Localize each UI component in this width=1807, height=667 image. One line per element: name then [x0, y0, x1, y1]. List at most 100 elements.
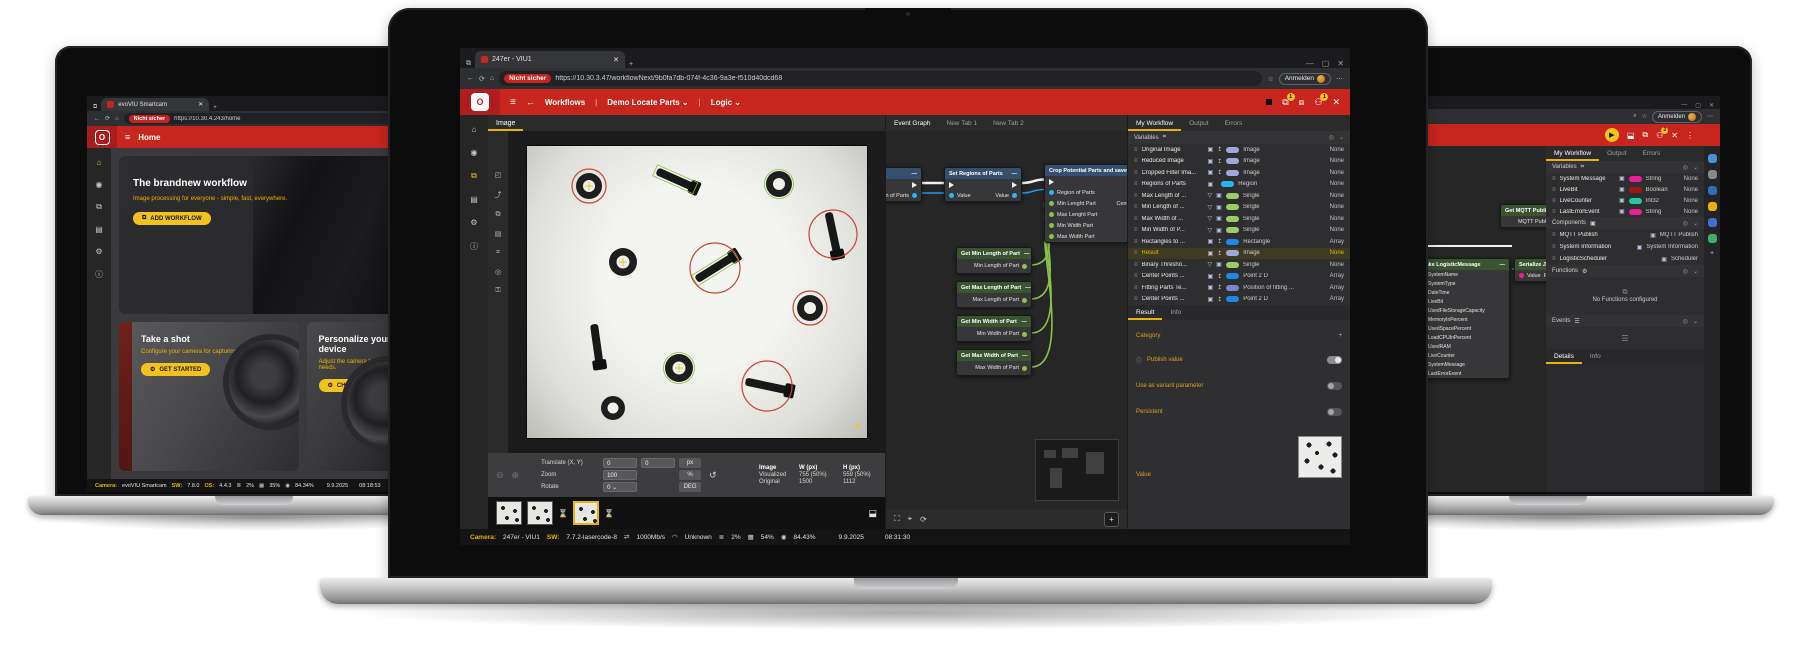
zoom-in-icon[interactable]: ⊕	[512, 470, 520, 481]
camera-icon[interactable]: ◉	[96, 180, 103, 189]
save-icon[interactable]: ⬓	[1627, 131, 1635, 140]
chevron-down-icon[interactable]: ⌄	[1693, 318, 1698, 325]
graph-node[interactable]: Get Max Width of Part— Max Width of Part	[956, 349, 1032, 376]
home-icon[interactable]: ⌂	[97, 158, 102, 167]
graph-node[interactable]: Make LogisticMessage— SystemName SystemT…	[1416, 258, 1510, 379]
tab-errors[interactable]: Errors	[1217, 115, 1251, 131]
visibility-icon[interactable]: ◎	[1329, 134, 1334, 141]
tab-my-workflow[interactable]: My Workflow	[1546, 146, 1599, 161]
table-row[interactable]: ≡MQTT Publish▣MQTT Publish	[1546, 229, 1704, 241]
add-node-button[interactable]: +	[1104, 512, 1119, 527]
home-icon[interactable]: ⌂	[490, 75, 494, 82]
tab-overview-icon[interactable]: ⧉	[466, 60, 471, 68]
back-icon[interactable]: ←	[467, 75, 474, 82]
graph-node[interactable]: Get Min Width of Part— Min Width of Part	[956, 315, 1032, 342]
url-field[interactable]: Nicht sicher https://10.30.3.47/workflow…	[499, 71, 1262, 86]
tab-output[interactable]: Output	[1181, 115, 1217, 131]
table-row[interactable]: ≡LiveCounter▣Int32None	[1546, 195, 1704, 206]
crop-icon[interactable]: ◰	[495, 171, 502, 179]
add-workflow-button[interactable]: ⧉ ADD WORKFLOW	[133, 212, 211, 225]
back-icon[interactable]: ←	[94, 116, 100, 122]
visibility-icon[interactable]: ◎	[1683, 268, 1688, 275]
screen-share-icon[interactable]: ⧉	[1642, 130, 1648, 140]
data-port[interactable]	[1012, 193, 1017, 198]
image-thumbnail[interactable]	[527, 501, 553, 525]
exec-port[interactable]	[1012, 182, 1017, 188]
tab-result[interactable]: Result	[1128, 305, 1162, 320]
data-port[interactable]	[1049, 234, 1054, 239]
copilot-icon[interactable]	[1708, 154, 1717, 163]
info-icon[interactable]: ⓘ	[470, 241, 478, 252]
data-port[interactable]	[912, 193, 917, 198]
data-port[interactable]	[1049, 190, 1054, 195]
window-close-icon[interactable]: ✕	[1337, 59, 1344, 68]
url-field[interactable]: Nicht sicher https://10.30.4.243/home	[124, 113, 418, 124]
result-value-thumbnail[interactable]	[1298, 436, 1342, 478]
components-section-header[interactable]: Components ▣ ◎⌄	[1546, 217, 1704, 229]
save-icon[interactable]: ⬓	[868, 508, 877, 519]
publish-value-toggle[interactable]	[1327, 356, 1342, 364]
workflow-icon[interactable]: ⧉	[471, 171, 477, 181]
app-logo-block[interactable]: O	[460, 89, 500, 115]
run-play-button[interactable]: ▶	[1605, 128, 1619, 142]
data-port[interactable]	[1022, 332, 1027, 337]
table-row-selected[interactable]: ≡Result▣↥ImageNone	[1128, 248, 1350, 260]
add-category-icon[interactable]: +	[1338, 333, 1342, 339]
workflow-icon[interactable]: ⧉	[96, 202, 102, 212]
browser-tab[interactable]: evoVIU Smartcam ✕	[101, 98, 209, 111]
tab-info[interactable]: Info	[1162, 305, 1189, 320]
get-started-button[interactable]: ⚙ GET STARTED	[141, 363, 210, 376]
reload-icon[interactable]: ⟳	[105, 115, 110, 122]
office-icon[interactable]	[1708, 186, 1717, 195]
settings-icon[interactable]: ⚙	[95, 247, 102, 256]
tab-event-graph[interactable]: Event Graph	[886, 115, 939, 131]
tab-errors[interactable]: Errors	[1635, 146, 1669, 161]
table-row[interactable]: ≡Cropped Filter Ima...▣↥ImageNone	[1128, 167, 1350, 179]
data-port[interactable]	[1022, 264, 1027, 269]
table-row[interactable]: ≡Max Width of ...▽▣SingleNone	[1128, 213, 1350, 225]
table-row[interactable]: ≡Reduced Image▣↥ImageNone	[1128, 156, 1350, 168]
tab-details[interactable]: Details	[1546, 349, 1582, 364]
window-maximize-icon[interactable]: ▢	[1695, 102, 1701, 109]
outlook-icon[interactable]	[1708, 218, 1717, 227]
files-icon[interactable]: ▤	[470, 195, 478, 204]
crosshair-icon[interactable]: ⌖	[855, 421, 860, 432]
table-row[interactable]: ≡LastErrorEvent▣StringNone	[1546, 206, 1704, 217]
window-minimize-icon[interactable]: —	[1681, 102, 1687, 109]
table-row[interactable]: ≡Min Width of P...▽▣SingleNone	[1128, 225, 1350, 237]
visibility-icon[interactable]: ◎	[1683, 164, 1688, 171]
collapse-icon[interactable]: —	[1025, 285, 1031, 291]
table-row[interactable]: ≡Max Length of ...▽▣SingleNone	[1128, 190, 1350, 202]
chevron-down-icon[interactable]: ⌄	[1693, 220, 1698, 227]
bookmarks-icon[interactable]	[1708, 202, 1717, 211]
data-port[interactable]	[1022, 298, 1027, 303]
clipboard-icon[interactable]: ▤	[495, 230, 502, 238]
image-viewport[interactable]: ⌖	[508, 131, 885, 453]
tab-overview-icon[interactable]: ⧉	[93, 104, 97, 111]
window-close-icon[interactable]: ✕	[1709, 102, 1714, 109]
more-icon[interactable]: ⋯	[1336, 75, 1343, 83]
sign-in-button[interactable]: Anmelden	[1652, 111, 1702, 123]
security-badge[interactable]: Nicht sicher	[504, 74, 551, 83]
table-row[interactable]: ≡Rectangles to ...▣↥RectangleArray	[1128, 236, 1350, 248]
variant-parameter-toggle[interactable]	[1327, 382, 1342, 390]
graph-node[interactable]: Get Min Length of Part— Min Length of Pa…	[956, 247, 1032, 274]
kebab-menu-icon[interactable]: ⋮	[1686, 131, 1694, 140]
translate-x-input[interactable]: 0	[603, 458, 637, 468]
table-row[interactable]: ≡Fitting Parts Te...▣↥Position of fittin…	[1128, 282, 1350, 294]
home-icon[interactable]: ⌂	[115, 116, 119, 122]
close-icon[interactable]: ✕	[1671, 131, 1678, 140]
data-port[interactable]	[949, 193, 954, 198]
tab-new-tab-2[interactable]: New Tab 2	[985, 115, 1032, 131]
table-row[interactable]: ≡LiveBit▣BooleanNone	[1546, 184, 1704, 195]
table-row[interactable]: ≡System Information▣System Information	[1546, 241, 1704, 253]
more-icon[interactable]: ⋯	[1707, 113, 1713, 120]
graph-node[interactable]: Set Regions of Parts— ValueValue	[944, 167, 1022, 202]
variables-section-header[interactable]: Variables ⌗ ◎⌄	[1546, 161, 1704, 173]
collapse-icon[interactable]: —	[912, 171, 918, 177]
users-icon[interactable]: ⚇1	[1314, 97, 1322, 108]
users-icon[interactable]: ⚇3	[1656, 131, 1663, 140]
locate-icon[interactable]: ⌖	[908, 514, 913, 524]
info-icon[interactable]: ⓘ	[95, 269, 103, 280]
table-row[interactable]: ≡Center Points ...▣↥Point 2 DArray	[1128, 271, 1350, 283]
